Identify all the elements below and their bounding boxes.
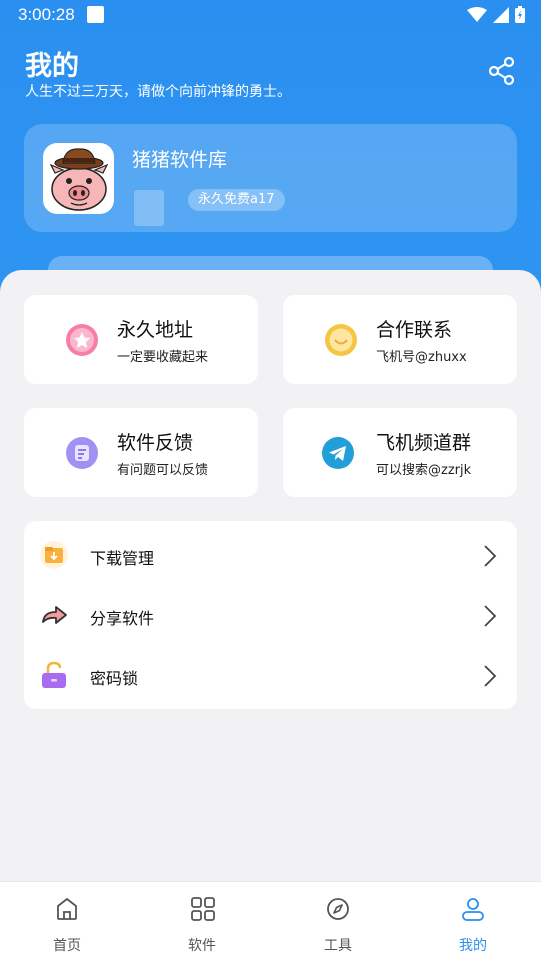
- list-item-share-software[interactable]: 分享软件: [24, 585, 517, 645]
- apps-grid-icon: [191, 897, 215, 921]
- grid-card-contact[interactable]: 合作联系 飞机号@zhuxx: [283, 295, 517, 384]
- profile-badge-placeholder: [134, 190, 164, 226]
- grid-card-feedback[interactable]: 软件反馈 有问题可以反馈: [24, 408, 258, 497]
- notification-icon: [87, 6, 104, 23]
- status-icons: [467, 6, 525, 23]
- list-item-password-lock[interactable]: 密码锁: [24, 645, 517, 705]
- grid-card-permanent-address[interactable]: 永久地址 一定要收藏起来: [24, 295, 258, 384]
- status-time: 3:00:28: [18, 5, 75, 24]
- home-icon: [57, 898, 77, 920]
- grid-card-title: 软件反馈: [117, 432, 194, 454]
- grid-card-title: 合作联系: [376, 319, 453, 341]
- chevron-right-icon: [484, 545, 497, 567]
- tab-label: 我的: [459, 938, 487, 954]
- tab-tools[interactable]: 工具: [288, 882, 388, 963]
- menu-list: 下载管理 分享软件 密码锁: [24, 521, 517, 709]
- star-icon: [66, 324, 98, 356]
- grid-card-title: 永久地址: [117, 319, 194, 341]
- tab-label: 软件: [188, 938, 216, 954]
- avatar[interactable]: [43, 143, 114, 214]
- list-item-label: 下载管理: [90, 549, 155, 568]
- profile-card[interactable]: 猪猪软件库 永久免费a17: [24, 124, 517, 232]
- compass-icon: [327, 898, 349, 920]
- content-sheet: 永久地址 一定要收藏起来 合作联系 飞机号@zhuxx 软件反馈 有问题可以反馈…: [0, 270, 541, 963]
- tab-label: 工具: [324, 938, 352, 954]
- share-button[interactable]: [487, 56, 517, 86]
- grid-card-title: 飞机频道群: [376, 432, 472, 454]
- telegram-icon: [322, 437, 354, 469]
- share-icon: [488, 56, 515, 86]
- page-title: 我的: [25, 51, 79, 82]
- signal-icon: [493, 6, 509, 23]
- tab-mine[interactable]: 我的: [423, 882, 523, 963]
- list-item-label: 密码锁: [90, 669, 139, 688]
- list-item-label: 分享软件: [90, 609, 155, 628]
- chevron-right-icon: [484, 665, 497, 687]
- pig-avatar-icon: [49, 148, 109, 211]
- status-bar: 3:00:28: [0, 0, 541, 30]
- tab-home[interactable]: 首页: [17, 882, 117, 963]
- unlock-icon: [42, 661, 66, 688]
- profile-name: 猪猪软件库: [132, 149, 228, 171]
- grid-card-subtitle: 有问题可以反馈: [117, 463, 209, 478]
- list-item-download-manager[interactable]: 下载管理: [24, 525, 517, 585]
- grid-card-subtitle: 飞机号@zhuxx: [376, 350, 467, 365]
- grid-card-subtitle: 一定要收藏起来: [117, 350, 209, 365]
- chat-icon: [325, 324, 357, 356]
- tab-label: 首页: [53, 938, 81, 954]
- feedback-icon: [66, 437, 98, 469]
- tab-software[interactable]: 软件: [152, 882, 252, 963]
- page-subtitle: 人生不过三万天，请做个向前冲锋的勇士。: [25, 84, 291, 100]
- grid-card-telegram[interactable]: 飞机频道群 可以搜索@zzrjk: [283, 408, 517, 497]
- download-folder-icon: [40, 541, 68, 569]
- battery-icon: [515, 6, 525, 23]
- share-arrow-icon: [42, 606, 67, 624]
- bottom-tab-bar: 首页 软件 工具 我的: [0, 881, 541, 963]
- wifi-icon: [467, 6, 487, 22]
- profile-tag: 永久免费a17: [188, 189, 285, 211]
- user-icon: [462, 898, 484, 921]
- grid-card-subtitle: 可以搜索@zzrjk: [376, 463, 472, 478]
- chevron-right-icon: [484, 605, 497, 627]
